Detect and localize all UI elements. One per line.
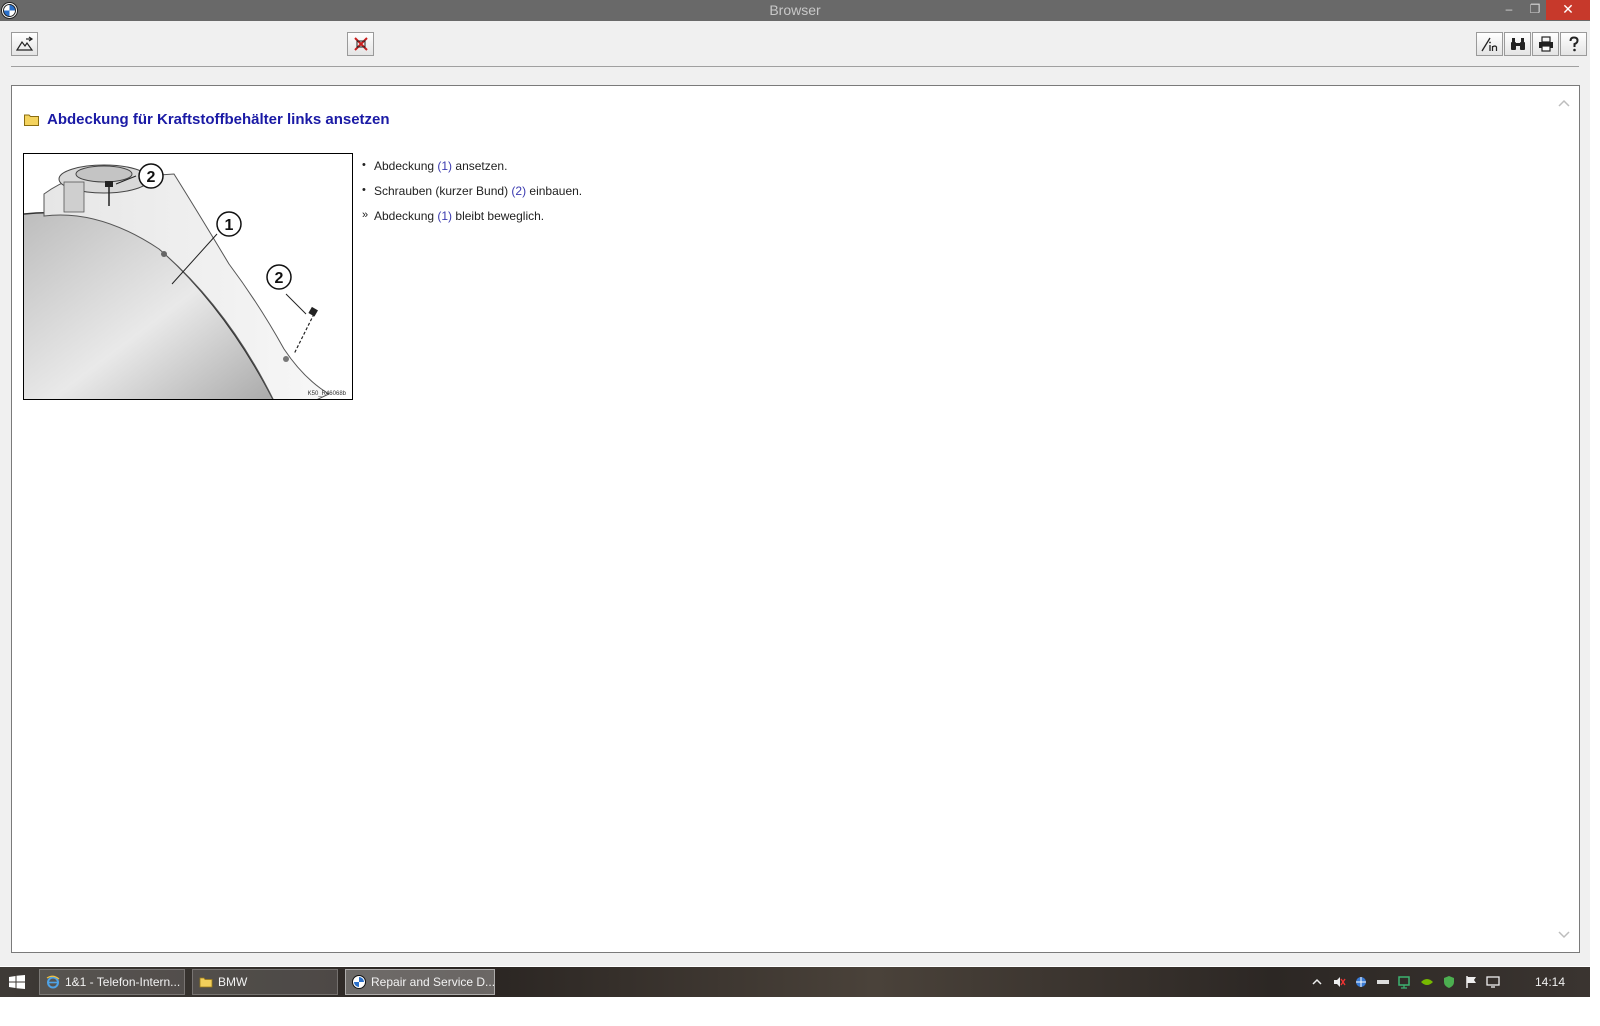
taskbar-button-repair-service[interactable]: Repair and Service D...	[345, 969, 495, 995]
taskbar-button-label: BMW	[218, 975, 248, 989]
binoculars-icon	[1511, 38, 1525, 50]
callout-2-top: 2	[147, 169, 156, 186]
step-bullet: •	[362, 159, 366, 171]
step-text: Abdeckung (1) ansetzen.	[374, 159, 508, 173]
toolbar-help-button[interactable]	[1560, 32, 1587, 56]
toolbar-divider	[11, 66, 1579, 67]
security-shield-icon[interactable]	[1442, 975, 1456, 989]
instruction-note: » Abdeckung (1) bleibt beweglich.	[362, 209, 582, 234]
note-bullet: »	[362, 209, 369, 221]
nvidia-icon[interactable]	[1420, 975, 1434, 989]
printer-icon	[1539, 36, 1553, 52]
folder-icon	[24, 114, 39, 126]
minimize-button[interactable]: –	[1496, 0, 1522, 20]
system-tray	[1310, 975, 1500, 989]
usb-icon[interactable]	[1376, 975, 1390, 989]
instruction-step: • Schrauben (kurzer Bund) (2) einbauen.	[362, 184, 582, 209]
step-bullet: •	[362, 184, 366, 196]
document-heading: Abdeckung für Kraftstoffbehälter links a…	[24, 108, 390, 130]
toolbar-search-button[interactable]	[1504, 32, 1531, 56]
mountain-pen-icon	[16, 36, 34, 51]
taskbar-button-label: Repair and Service D...	[371, 975, 495, 989]
step-text: Abdeckung (1) bleibt beweglich.	[374, 209, 545, 223]
close-button[interactable]: ✕	[1546, 0, 1590, 20]
toolbar-mountain-pen-button[interactable]	[11, 32, 38, 56]
help-icon	[1569, 36, 1579, 52]
step-text: Schrauben (kurzer Bund) (2) einbauen.	[374, 184, 583, 198]
taskbar-button-label: 1&1 - Telefon-Intern...	[65, 975, 181, 989]
fuel-tank-cover-drawing: 2 1 2	[24, 154, 352, 399]
show-hidden-icons-icon[interactable]	[1310, 975, 1324, 989]
monitor-icon[interactable]	[1398, 975, 1412, 989]
info-pen-icon	[1481, 37, 1498, 52]
scroll-down-icon[interactable]	[1557, 930, 1571, 940]
part-reference-link[interactable]: (1)	[437, 209, 452, 223]
document-pane[interactable]: Abdeckung für Kraftstoffbehälter links a…	[11, 85, 1580, 953]
part-reference-link[interactable]: (1)	[437, 159, 452, 173]
internet-explorer-icon	[46, 975, 60, 989]
instruction-step: • Abdeckung (1) ansetzen.	[362, 159, 582, 184]
taskbar-clock[interactable]: 14:14	[1535, 975, 1565, 989]
page-title: Abdeckung für Kraftstoffbehälter links a…	[47, 110, 390, 128]
scroll-up-icon[interactable]	[1557, 98, 1571, 108]
display-icon[interactable]	[1486, 975, 1500, 989]
bmw-logo-icon	[352, 975, 366, 989]
window-title: Browser	[769, 2, 821, 18]
folder-icon	[199, 977, 213, 988]
callout-2-right: 2	[275, 270, 284, 287]
taskbar: 1&1 - Telefon-Intern... BMW Repair and S…	[0, 967, 1590, 997]
callout-1: 1	[225, 217, 234, 234]
volume-muted-icon[interactable]	[1332, 975, 1346, 989]
taskbar-button-internet-explorer[interactable]: 1&1 - Telefon-Intern...	[39, 969, 185, 995]
windows-start-icon[interactable]	[9, 975, 25, 989]
red-cancel-icon	[354, 37, 368, 51]
maximize-button[interactable]: ❐	[1522, 0, 1548, 20]
part-reference-link[interactable]: (2)	[511, 184, 526, 198]
screen-bottom-blank	[0, 997, 1600, 1026]
browser-window: Abdeckung für Kraftstoffbehälter links a…	[0, 21, 1590, 966]
repair-illustration: 2 1 2 K50_R46068b	[23, 153, 353, 400]
instruction-list: • Abdeckung (1) ansetzen. • Schrauben (k…	[362, 159, 582, 234]
toolbar-print-button[interactable]	[1532, 32, 1559, 56]
figure-reference: K50_R46068b	[307, 391, 346, 397]
title-bar: Browser – ❐ ✕	[0, 0, 1590, 21]
network-icon[interactable]	[1354, 975, 1368, 989]
action-center-flag-icon[interactable]	[1464, 975, 1478, 989]
toolbar-info-button[interactable]	[1476, 32, 1503, 56]
toolbar-cancel-button[interactable]	[347, 32, 374, 56]
taskbar-button-bmw-folder[interactable]: BMW	[192, 969, 338, 995]
